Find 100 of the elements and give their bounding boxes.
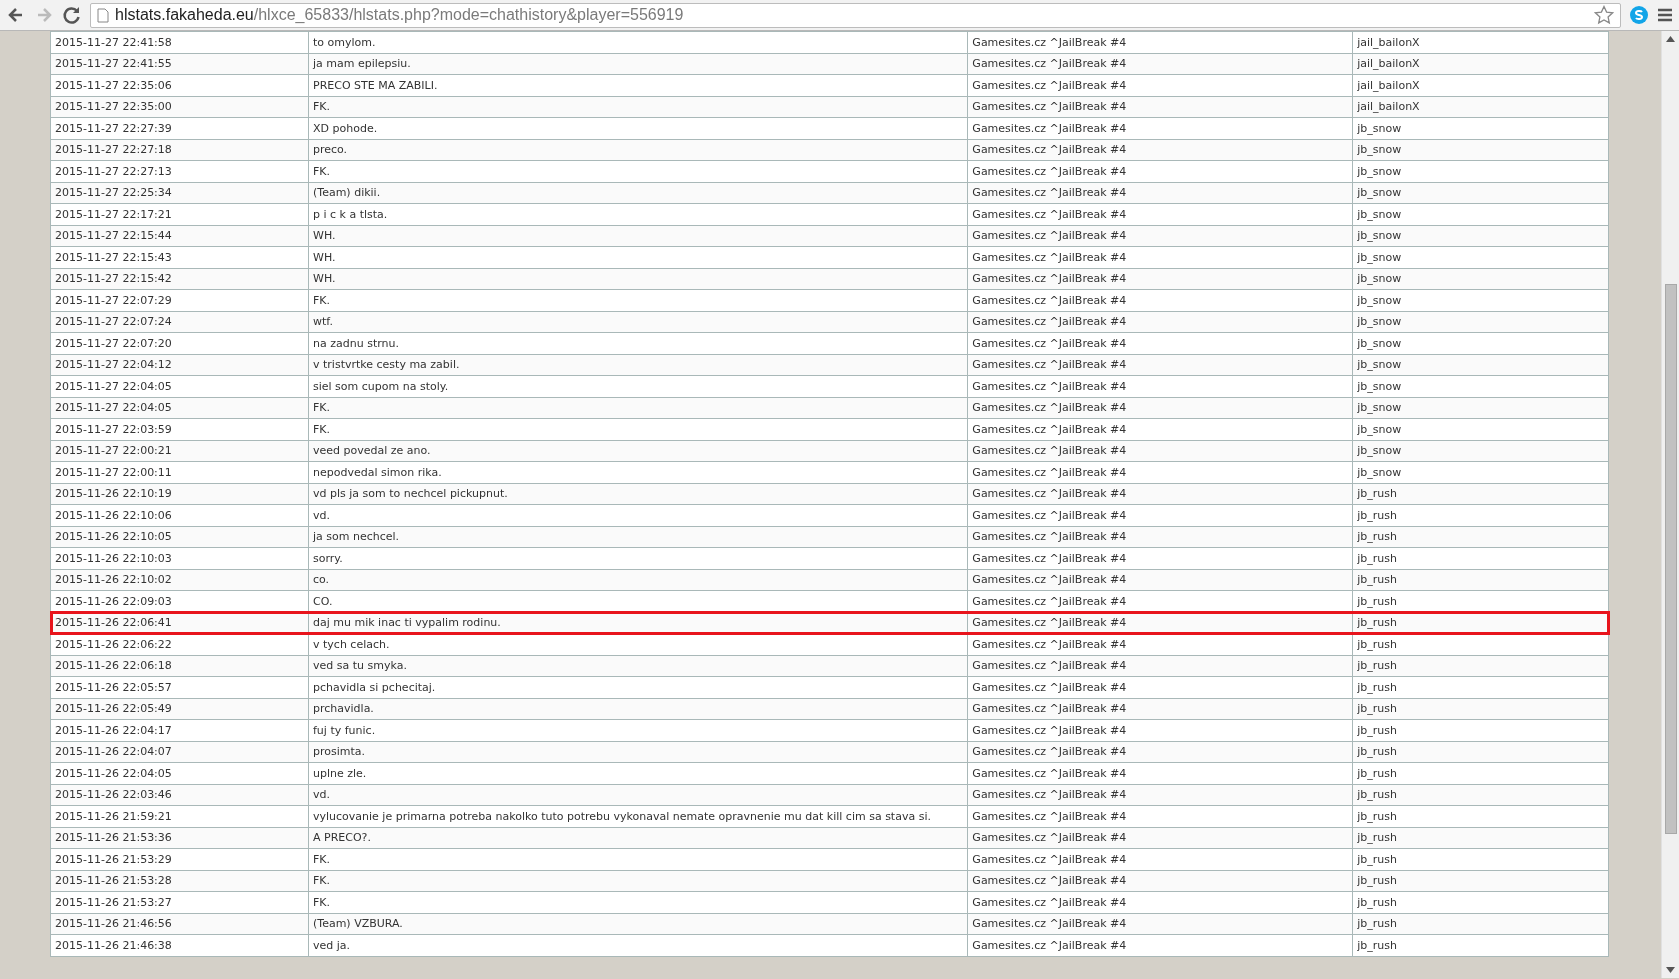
server-cell: Gamesites.cz ^JailBreak #4 (967, 741, 1353, 763)
time-cell: 2015-11-27 22:00:11 (50, 461, 309, 483)
map-cell: jb_rush (1352, 891, 1609, 913)
server-cell: Gamesites.cz ^JailBreak #4 (967, 289, 1353, 311)
reload-icon[interactable] (62, 5, 82, 25)
scroll-down-icon[interactable] (1666, 967, 1675, 973)
time-cell: 2015-11-27 22:04:05 (50, 375, 309, 397)
server-cell: Gamesites.cz ^JailBreak #4 (967, 934, 1353, 956)
time-cell: 2015-11-27 22:35:00 (50, 96, 309, 118)
time-cell: 2015-11-27 22:07:29 (50, 289, 309, 311)
time-cell: 2015-11-26 22:10:02 (50, 569, 309, 591)
message-cell: p i c k a tlsta. (308, 203, 968, 225)
time-cell: 2015-11-26 21:59:21 (50, 805, 309, 827)
map-cell: jb_rush (1352, 913, 1609, 935)
map-cell: jb_rush (1352, 870, 1609, 892)
time-cell: 2015-11-26 22:10:06 (50, 504, 309, 526)
map-cell: jb_snow (1352, 182, 1609, 204)
time-cell: 2015-11-27 22:07:20 (50, 332, 309, 354)
map-cell: jail_bailonX (1352, 96, 1609, 118)
server-cell: Gamesites.cz ^JailBreak #4 (967, 139, 1353, 161)
time-cell: 2015-11-26 22:04:17 (50, 719, 309, 741)
server-cell: Gamesites.cz ^JailBreak #4 (967, 31, 1353, 53)
message-cell: sorry. (308, 547, 968, 569)
server-cell: Gamesites.cz ^JailBreak #4 (967, 74, 1353, 96)
server-cell: Gamesites.cz ^JailBreak #4 (967, 332, 1353, 354)
map-cell: jb_rush (1352, 633, 1609, 655)
time-cell: 2015-11-27 22:00:21 (50, 440, 309, 462)
map-cell: jb_rush (1352, 784, 1609, 806)
server-cell: Gamesites.cz ^JailBreak #4 (967, 870, 1353, 892)
message-cell: (Team) VZBURA. (308, 913, 968, 935)
message-cell: vylucovanie je primarna potreba nakolko tuto potrebu vykonaval nemate opravnenie mu dat kill cim sa stava si. (308, 805, 968, 827)
time-cell: 2015-11-26 21:46:38 (50, 934, 309, 956)
time-cell: 2015-11-27 22:04:05 (50, 397, 309, 419)
message-cell: veed povedal ze ano. (308, 440, 968, 462)
server-cell: Gamesites.cz ^JailBreak #4 (967, 375, 1353, 397)
message-cell: v tych celach. (308, 633, 968, 655)
server-cell: Gamesites.cz ^JailBreak #4 (967, 784, 1353, 806)
address-bar[interactable]: hlstats.fakaheda.eu/hlxce_65833/hlstats.php?mode=chathistory&player=556919 (90, 2, 1621, 28)
scrollbar[interactable] (1661, 31, 1679, 978)
message-cell: v tristvrtke cesty ma zabil. (308, 354, 968, 376)
time-cell: 2015-11-26 21:53:36 (50, 827, 309, 849)
time-cell: 2015-11-26 22:10:05 (50, 526, 309, 548)
scroll-up-icon[interactable] (1666, 36, 1675, 42)
server-cell: Gamesites.cz ^JailBreak #4 (967, 440, 1353, 462)
time-cell: 2015-11-27 22:04:12 (50, 354, 309, 376)
server-cell: Gamesites.cz ^JailBreak #4 (967, 719, 1353, 741)
message-cell: uplne zle. (308, 762, 968, 784)
time-cell: 2015-11-27 22:15:42 (50, 268, 309, 290)
map-cell: jb_rush (1352, 934, 1609, 956)
scrollbar-thumb[interactable] (1665, 284, 1677, 834)
time-cell: 2015-11-26 22:04:07 (50, 741, 309, 763)
map-cell: jb_rush (1352, 827, 1609, 849)
map-cell: jb_snow (1352, 311, 1609, 333)
map-cell: jb_snow (1352, 160, 1609, 182)
url-text: hlstats.fakaheda.eu/hlxce_65833/hlstats.php?mode=chathistory&player=556919 (115, 6, 684, 24)
message-cell: ja som nechcel. (308, 526, 968, 548)
time-cell: 2015-11-26 22:04:05 (50, 762, 309, 784)
message-cell: FK. (308, 870, 968, 892)
message-cell: WH. (308, 246, 968, 268)
map-cell: jb_snow (1352, 354, 1609, 376)
time-cell: 2015-11-27 22:25:34 (50, 182, 309, 204)
server-cell: Gamesites.cz ^JailBreak #4 (967, 827, 1353, 849)
server-cell: Gamesites.cz ^JailBreak #4 (967, 203, 1353, 225)
message-cell: vd. (308, 504, 968, 526)
server-cell: Gamesites.cz ^JailBreak #4 (967, 633, 1353, 655)
map-cell: jb_rush (1352, 569, 1609, 591)
map-cell: jb_rush (1352, 504, 1609, 526)
map-cell: jb_rush (1352, 483, 1609, 505)
server-cell: Gamesites.cz ^JailBreak #4 (967, 96, 1353, 118)
message-cell: FK. (308, 96, 968, 118)
server-cell: Gamesites.cz ^JailBreak #4 (967, 762, 1353, 784)
map-cell: jb_snow (1352, 139, 1609, 161)
message-cell: vd pls ja som to nechcel pickupnut. (308, 483, 968, 505)
message-cell: ved ja. (308, 934, 968, 956)
time-cell: 2015-11-27 22:27:18 (50, 139, 309, 161)
map-cell: jb_snow (1352, 246, 1609, 268)
server-cell: Gamesites.cz ^JailBreak #4 (967, 569, 1353, 591)
map-cell: jb_snow (1352, 225, 1609, 247)
time-cell: 2015-11-26 21:53:27 (50, 891, 309, 913)
menu-icon[interactable] (1657, 7, 1673, 23)
message-cell: FK. (308, 891, 968, 913)
map-cell: jb_rush (1352, 547, 1609, 569)
server-cell: Gamesites.cz ^JailBreak #4 (967, 397, 1353, 419)
server-cell: Gamesites.cz ^JailBreak #4 (967, 418, 1353, 440)
map-cell: jb_rush (1352, 741, 1609, 763)
map-cell: jail_bailonX (1352, 53, 1609, 75)
message-cell: FK. (308, 418, 968, 440)
message-cell: siel som cupom na stoly. (308, 375, 968, 397)
star-icon[interactable] (1594, 5, 1614, 25)
chat-extension-icon[interactable] (1629, 5, 1649, 25)
server-cell: Gamesites.cz ^JailBreak #4 (967, 117, 1353, 139)
server-cell: Gamesites.cz ^JailBreak #4 (967, 225, 1353, 247)
map-cell: jb_rush (1352, 719, 1609, 741)
server-cell: Gamesites.cz ^JailBreak #4 (967, 160, 1353, 182)
server-cell: Gamesites.cz ^JailBreak #4 (967, 182, 1353, 204)
server-cell: Gamesites.cz ^JailBreak #4 (967, 311, 1353, 333)
message-cell: vd. (308, 784, 968, 806)
map-cell: jb_rush (1352, 526, 1609, 548)
message-cell: FK. (308, 397, 968, 419)
message-cell: wtf. (308, 311, 968, 333)
